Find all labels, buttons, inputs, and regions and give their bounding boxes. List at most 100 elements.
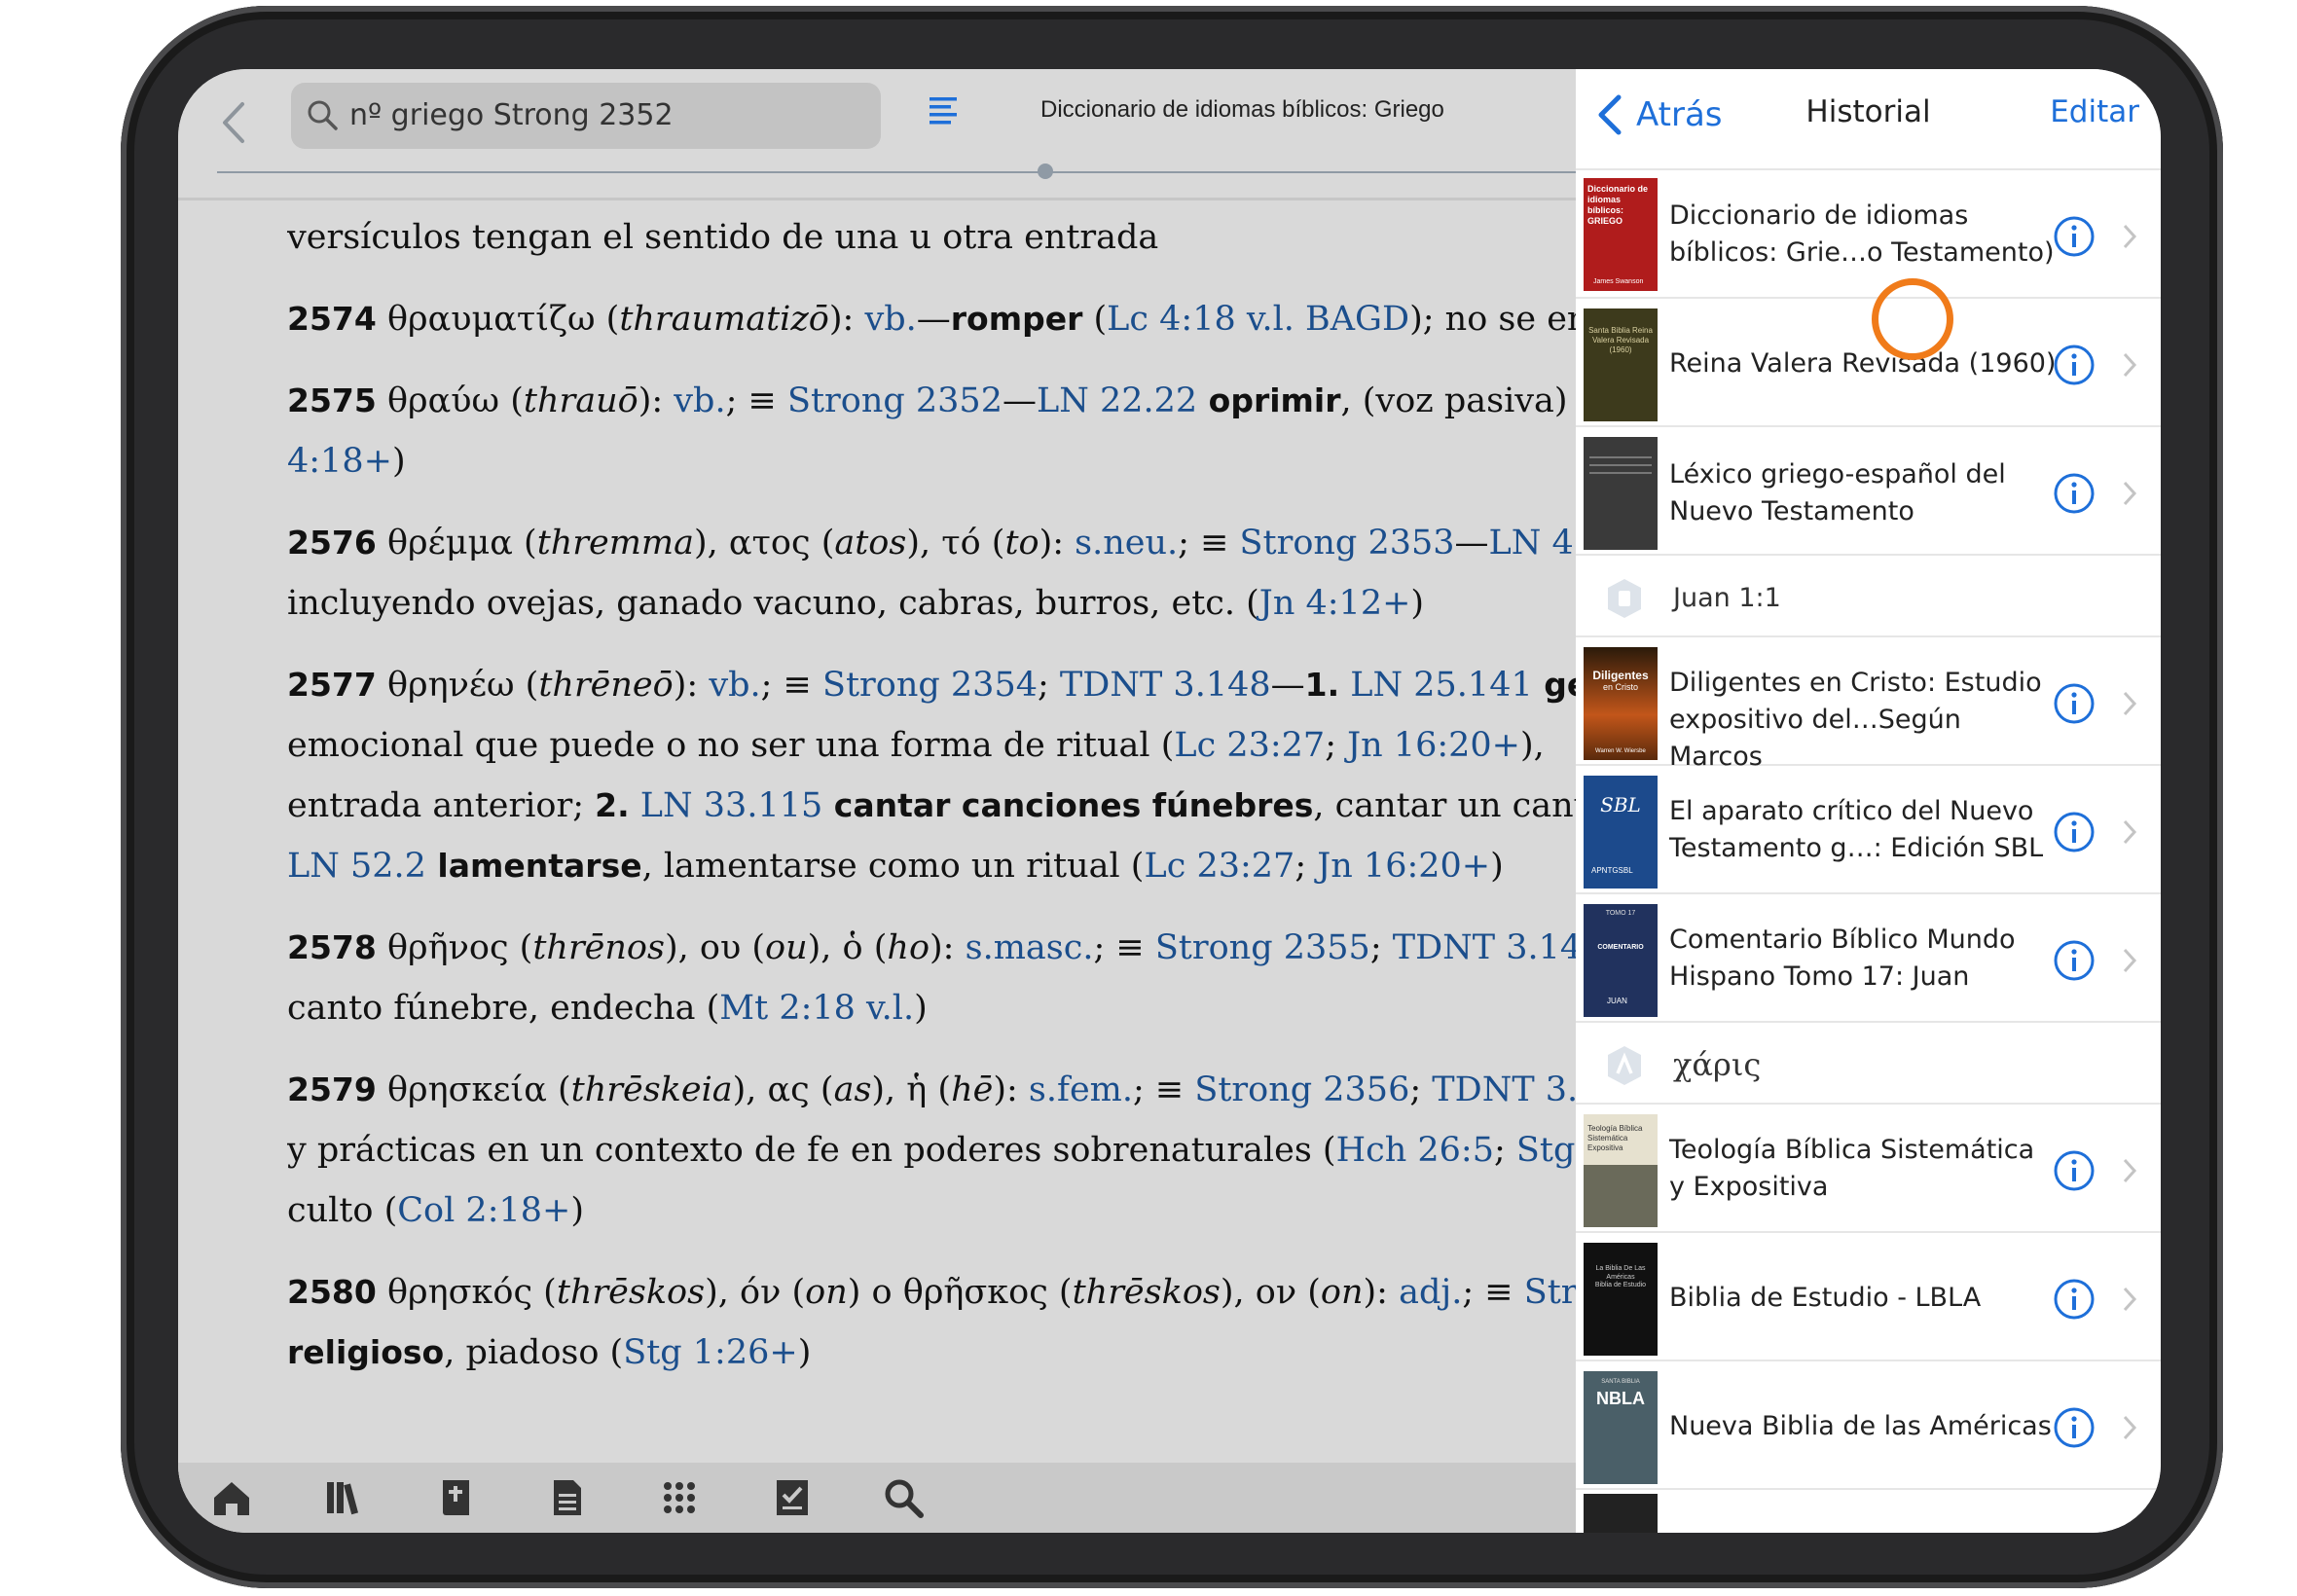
text-line: versículos tengan el sentido de una u ot… [287, 218, 1159, 257]
article-text: versículos tengan el sentido de una u ot… [287, 207, 1576, 1463]
tab-plans[interactable] [758, 1463, 826, 1533]
search-query: nº griego Strong 2352 [349, 98, 674, 132]
pos-link[interactable]: s.fem. [1029, 1070, 1133, 1109]
ref-link[interactable]: Lc 23:27 [1174, 726, 1325, 765]
tab-tools[interactable] [645, 1463, 713, 1533]
history-item[interactable]: Teología Bíblica Sistemática Expositiva … [1576, 1106, 2161, 1233]
info-icon[interactable] [2053, 1278, 2096, 1321]
text-line: canto fúnebre, endecha (Mt 2:18 v.l.) [287, 989, 928, 1028]
back-chevron-icon[interactable] [219, 98, 248, 147]
history-item[interactable]: Juan 1:1 [1576, 558, 2161, 637]
history-item[interactable]: La Biblia De Las Américas Biblia de Estu… [1576, 1235, 2161, 1361]
entry-2574: 2574 θραυματίζω (thraumatizō): vb.—rompe… [287, 300, 1576, 339]
tab-library[interactable] [310, 1463, 379, 1533]
ln-link[interactable]: LN 22.22 [1037, 381, 1197, 420]
history-item-label: Juan 1:1 [1673, 583, 1781, 613]
history-item[interactable]: Diccionario de idiomas bíblicos: GRIEGO … [1576, 172, 2161, 299]
reader-toolbar: nº griego Strong 2352 Diccionario de idi… [178, 69, 1576, 198]
ref-link[interactable]: 4:18+ [287, 442, 392, 481]
chevron-right-icon [2123, 1158, 2137, 1183]
bible-icon [443, 1480, 469, 1515]
ref-link[interactable]: Hch 26:5 [1336, 1131, 1494, 1170]
info-icon[interactable] [2053, 344, 2096, 386]
ref-link[interactable]: Jn 16:20+ [1347, 726, 1520, 765]
tdnt-link[interactable]: TDNT 3.155 [1432, 1070, 1576, 1109]
chevron-right-icon [2123, 948, 2137, 973]
text-line: religioso, piadoso (Stg 1:26+) [287, 1333, 812, 1372]
info-icon[interactable] [2053, 811, 2096, 853]
history-item[interactable]: SANTA BIBLIA NBLA Nueva Biblia de las Am… [1576, 1363, 2161, 1490]
strong-link[interactable]: Strong 2354 [822, 666, 1038, 705]
ref-link[interactable]: Jn 4:12+ [1259, 584, 1411, 623]
strong-link[interactable]: Strong 2353 [1240, 524, 1455, 562]
ref-link[interactable]: Lc 4:18 v.l. BAGD [1107, 300, 1409, 339]
book-cover: Diccionario de idiomas bíblicos: GRIEGO … [1584, 178, 1658, 291]
book-cover: La Biblia De Las Américas Biblia de Estu… [1584, 1243, 1658, 1356]
tdnt-link[interactable]: TDNT 3.148 [1393, 928, 1576, 967]
ln-link[interactable]: LN 33.115 [640, 786, 822, 825]
ref-link[interactable]: Mt 2:18 v.l. [719, 989, 914, 1028]
ln-link[interactable]: LN 25.141 [1350, 666, 1532, 705]
table-of-contents-icon[interactable] [928, 94, 959, 129]
info-icon[interactable] [2053, 939, 2096, 982]
strong-link[interactable]: Strong 2352 [787, 381, 1003, 420]
strong-link[interactable]: Strong 2355 [1155, 928, 1370, 967]
history-item[interactable]: Léxico griego-español del Nuevo Testament… [1576, 429, 2161, 556]
ref-link[interactable]: Jn 16:20+ [1317, 847, 1490, 886]
search-icon [885, 1479, 924, 1518]
ln-link[interactable]: LN 52.2 [287, 847, 426, 886]
entry-2575: 2575 θραύω (thrauō): vb.; ≡ Strong 2352—… [287, 381, 1576, 420]
chevron-right-icon [2123, 1287, 2137, 1312]
entry-2579: 2579 θρησκεία (thrēskeia), ας (as), ἡ (h… [287, 1060, 1576, 1120]
pos-link[interactable]: s.neu. [1075, 524, 1178, 562]
history-header: Atrás Historial Editar [1576, 69, 2161, 170]
info-icon[interactable] [2053, 1149, 2096, 1192]
document-title[interactable]: Diccionario de idiomas bíblicos: Griego [1040, 96, 1576, 124]
tab-bible[interactable] [421, 1463, 490, 1533]
text-line: LN 52.2 lamentarse, lamentarse como un r… [287, 847, 1504, 886]
history-item-label: Reina Valera Revisada (1960) [1669, 348, 2057, 379]
strong-link[interactable]: Strong 2356 [1194, 1070, 1409, 1109]
entry-2578: 2578 θρῆνος (thrēnos), ου (ou), ὁ (ho): … [287, 918, 1576, 978]
entry-2576: 2576 θρέμμα (thremma), ατος (atos), τό (… [287, 513, 1576, 573]
search-icon [308, 100, 338, 130]
entry-2580: 2580 θρησκός (thrēskos), όν (on) o θρῆσκ… [287, 1262, 1576, 1323]
tab-search[interactable] [869, 1463, 937, 1533]
word-search-icon [1608, 1046, 1641, 1085]
tdnt-link[interactable]: TDNT 3.148 [1060, 666, 1271, 705]
pos-link[interactable]: vb. [674, 381, 725, 420]
book-cover: Santa Biblia Reina Valera Revisada (1960… [1584, 308, 1658, 421]
book-cover [1584, 1494, 1658, 1533]
document-icon [554, 1480, 581, 1515]
info-icon[interactable] [2053, 215, 2096, 258]
history-item[interactable]: χάρις [1576, 1025, 2161, 1105]
chevron-right-icon [2123, 691, 2137, 716]
pos-link[interactable]: vb. [864, 300, 916, 339]
search-input[interactable]: nº griego Strong 2352 [291, 83, 881, 149]
ln-link[interactable]: LN 4.5 [1489, 524, 1576, 562]
ref-link[interactable]: Stg 1:26+ [623, 1333, 798, 1372]
text-line: culto (Col 2:18+) [287, 1191, 585, 1230]
ref-link[interactable]: Col 2:18+ [397, 1191, 570, 1230]
tab-documents[interactable] [533, 1463, 602, 1533]
pos-link[interactable]: s.masc. [966, 928, 1094, 967]
history-item-label: Diligentes en Cristo: Estudio expositivo … [1669, 668, 2042, 772]
screen: nº griego Strong 2352 Diccionario de idi… [178, 69, 2161, 1533]
edit-button[interactable]: Editar [2050, 94, 2139, 129]
reading-progress-handle[interactable] [1038, 163, 1053, 179]
history-item-label: Teología Bíblica Sistemática y Expositiva [1669, 1135, 2035, 1202]
history-item[interactable]: SBL APNTGSBL El aparato crítico del Nuev… [1576, 768, 2161, 894]
ref-link[interactable]: Stg 1:26 [1516, 1131, 1576, 1170]
info-icon[interactable] [2053, 1406, 2096, 1449]
info-icon[interactable] [2053, 472, 2096, 515]
pos-link[interactable]: vb. [709, 666, 760, 705]
ref-link[interactable]: Lc 23:27 [1144, 847, 1294, 886]
reading-progress-track[interactable] [217, 171, 1576, 173]
pos-link[interactable]: adj. [1399, 1273, 1462, 1312]
history-item[interactable]: TOMO 17 COMENTARIO JUAN Comentario Bíbli… [1576, 896, 2161, 1023]
history-item[interactable]: Santa Biblia Reina Valera Revisada (1960… [1576, 301, 2161, 427]
info-icon[interactable] [2053, 682, 2096, 725]
strong-link[interactable]: Strong [1524, 1273, 1576, 1312]
history-item[interactable]: Diligentes en Cristo Warren W. Wiersbe D… [1576, 639, 2161, 772]
tab-home[interactable] [198, 1463, 266, 1533]
